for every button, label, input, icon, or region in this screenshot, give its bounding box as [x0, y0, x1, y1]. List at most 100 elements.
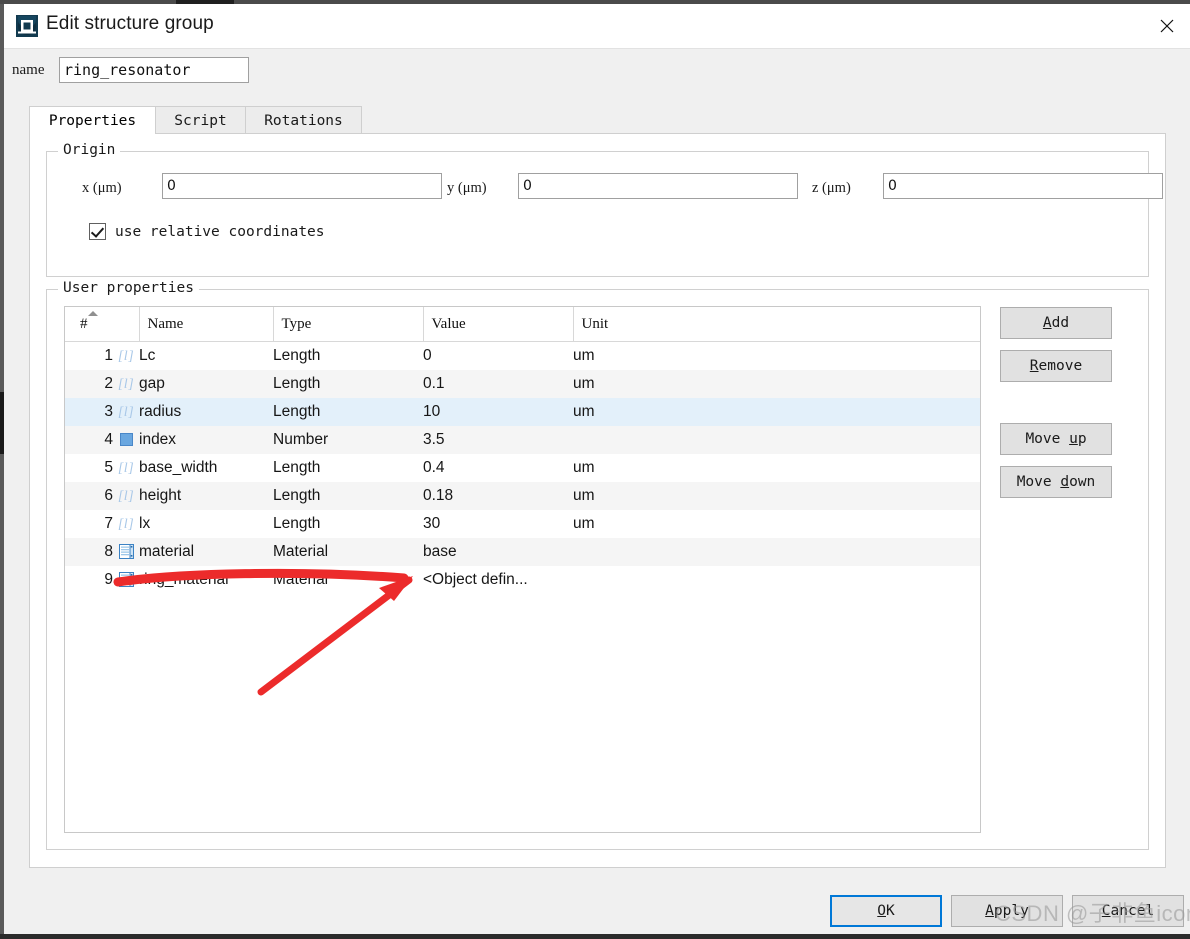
- table-row[interactable]: 5 [l] base_width Length 0.4 um: [65, 454, 980, 482]
- close-glyph: [1160, 19, 1174, 33]
- table-row[interactable]: 8 material Material base: [65, 538, 980, 566]
- user-properties-rows: 1 [l] Lc Length 0 um 2 [l] gap Length 0.1 um 3 [l] rad…: [65, 342, 980, 595]
- row-index: 8: [65, 538, 113, 566]
- cell-type: Length: [273, 370, 423, 398]
- column-header-name[interactable]: Name: [139, 307, 274, 342]
- add-button[interactable]: Add: [1000, 307, 1112, 339]
- cell-value: <Object defin...: [423, 571, 528, 588]
- apply-button[interactable]: Apply: [951, 895, 1063, 927]
- origin-group-title: Origin: [58, 142, 121, 158]
- table-row[interactable]: 3 [l] radius Length 10 um: [65, 398, 980, 426]
- properties-tab-page: Origin x (μm) y (μm) z (μm) use relative…: [29, 133, 1166, 868]
- cell-unit: um: [573, 482, 980, 510]
- cell-value: 0: [423, 347, 432, 364]
- origin-y-input[interactable]: [518, 173, 798, 199]
- cell-type: Length: [273, 515, 321, 532]
- origin-x-label: x (μm): [82, 180, 122, 196]
- column-header-name-label: Name: [147, 315, 184, 332]
- cell-unit: um: [573, 347, 595, 364]
- cell-value: 30: [423, 515, 441, 532]
- length-icon: [l]: [113, 370, 139, 398]
- material-icon: [113, 538, 139, 566]
- table-row[interactable]: 9 ring_material Material <Object defin...: [65, 566, 980, 594]
- column-header-index[interactable]: #: [65, 307, 140, 342]
- cancel-button[interactable]: Cancel: [1072, 895, 1184, 927]
- cell-name: height: [139, 482, 273, 510]
- origin-z-input[interactable]: [883, 173, 1163, 199]
- use-relative-coordinates-checkbox[interactable]: [89, 223, 106, 240]
- lumerical-app-icon: [16, 15, 38, 37]
- row-index: 2: [65, 370, 113, 398]
- user-properties-table-container[interactable]: # Name Type Value Unit 1 [l] Lc Length 0 um 2[…: [64, 306, 981, 833]
- cell-name: base_width: [139, 459, 218, 476]
- column-header-unit-label: Unit: [581, 315, 609, 332]
- move-down-button[interactable]: Move down: [1000, 466, 1112, 498]
- column-header-type[interactable]: Type: [273, 307, 424, 342]
- column-header-type-label: Type: [281, 315, 312, 332]
- table-row[interactable]: 4 index Number 3.5: [65, 426, 980, 454]
- row-index: 7: [104, 515, 113, 532]
- column-header-index-label: #: [80, 315, 88, 332]
- origin-x-input[interactable]: [162, 173, 442, 199]
- table-row[interactable]: 6 [l] height Length 0.18 um: [65, 482, 980, 510]
- row-index: 1: [104, 347, 113, 364]
- cell-unit: [573, 426, 980, 454]
- table-header-row: # Name Type Value Unit: [65, 307, 980, 342]
- table-row[interactable]: 1 [l] Lc Length 0 um: [65, 342, 980, 371]
- use-relative-coordinates-row[interactable]: use relative coordinates: [89, 223, 325, 240]
- tab-properties[interactable]: Properties: [29, 106, 156, 134]
- user-properties-table: # Name Type Value Unit 1 [l] Lc Length 0 um 2[…: [65, 307, 980, 594]
- cell-value: base: [423, 538, 573, 566]
- table-row[interactable]: 2 [l] gap Length 0.1 um: [65, 370, 980, 398]
- table-row[interactable]: 7 [l] lx Length 30 um: [65, 510, 980, 538]
- cell-name: radius: [139, 398, 273, 426]
- column-header-unit[interactable]: Unit: [573, 307, 980, 342]
- row-index: 5: [104, 459, 113, 476]
- move-up-button[interactable]: Move up: [1000, 423, 1112, 455]
- tab-bar: Properties Script Rotations: [29, 106, 1166, 135]
- tab-script-label: Script: [174, 112, 227, 129]
- cell-value: 0.1: [423, 370, 573, 398]
- cell-type: Number: [273, 426, 423, 454]
- title-bar: Edit structure group: [4, 4, 1190, 49]
- cell-unit: um: [573, 515, 595, 532]
- cell-type: Length: [273, 459, 321, 476]
- number-icon: [113, 426, 139, 454]
- name-input[interactable]: [59, 57, 249, 83]
- row-index: 6: [65, 482, 113, 510]
- column-header-value[interactable]: Value: [423, 307, 574, 342]
- taskbar-edge: [0, 934, 1190, 939]
- cell-name: gap: [139, 370, 273, 398]
- cell-value: 0.18: [423, 482, 573, 510]
- tab-rotations-label: Rotations: [264, 112, 343, 129]
- cell-unit: [573, 538, 980, 566]
- remove-button[interactable]: Remove: [1000, 350, 1112, 382]
- length-icon: [l]: [117, 461, 135, 476]
- close-icon[interactable]: [1144, 4, 1190, 48]
- tab-script[interactable]: Script: [155, 106, 246, 134]
- cell-unit: um: [573, 370, 980, 398]
- edit-structure-group-dialog: Edit structure group name Properties Scr…: [4, 4, 1190, 934]
- name-label: name: [12, 62, 45, 78]
- material-icon: [113, 566, 139, 594]
- row-index: 9: [104, 571, 113, 588]
- row-index: 3: [65, 398, 113, 426]
- cell-name: lx: [139, 515, 151, 532]
- cell-unit: um: [573, 459, 595, 476]
- row-index: 4: [65, 426, 113, 454]
- cell-value: 0.4: [423, 459, 445, 476]
- length-icon: [l]: [117, 517, 135, 532]
- cell-value: 3.5: [423, 426, 573, 454]
- sort-ascending-icon: [88, 311, 98, 316]
- cell-name: index: [139, 426, 273, 454]
- length-icon: [l]: [113, 482, 139, 510]
- length-icon: [l]: [117, 349, 135, 364]
- user-properties-group: User properties # Name Type Value Unit 1…: [46, 280, 1149, 850]
- ok-button[interactable]: OK: [830, 895, 942, 927]
- cell-name: Lc: [139, 347, 156, 364]
- cell-unit: [573, 566, 980, 594]
- cell-unit: um: [573, 398, 980, 426]
- tab-rotations[interactable]: Rotations: [245, 106, 362, 134]
- name-row: name: [4, 49, 1190, 94]
- window-title: Edit structure group: [46, 13, 214, 34]
